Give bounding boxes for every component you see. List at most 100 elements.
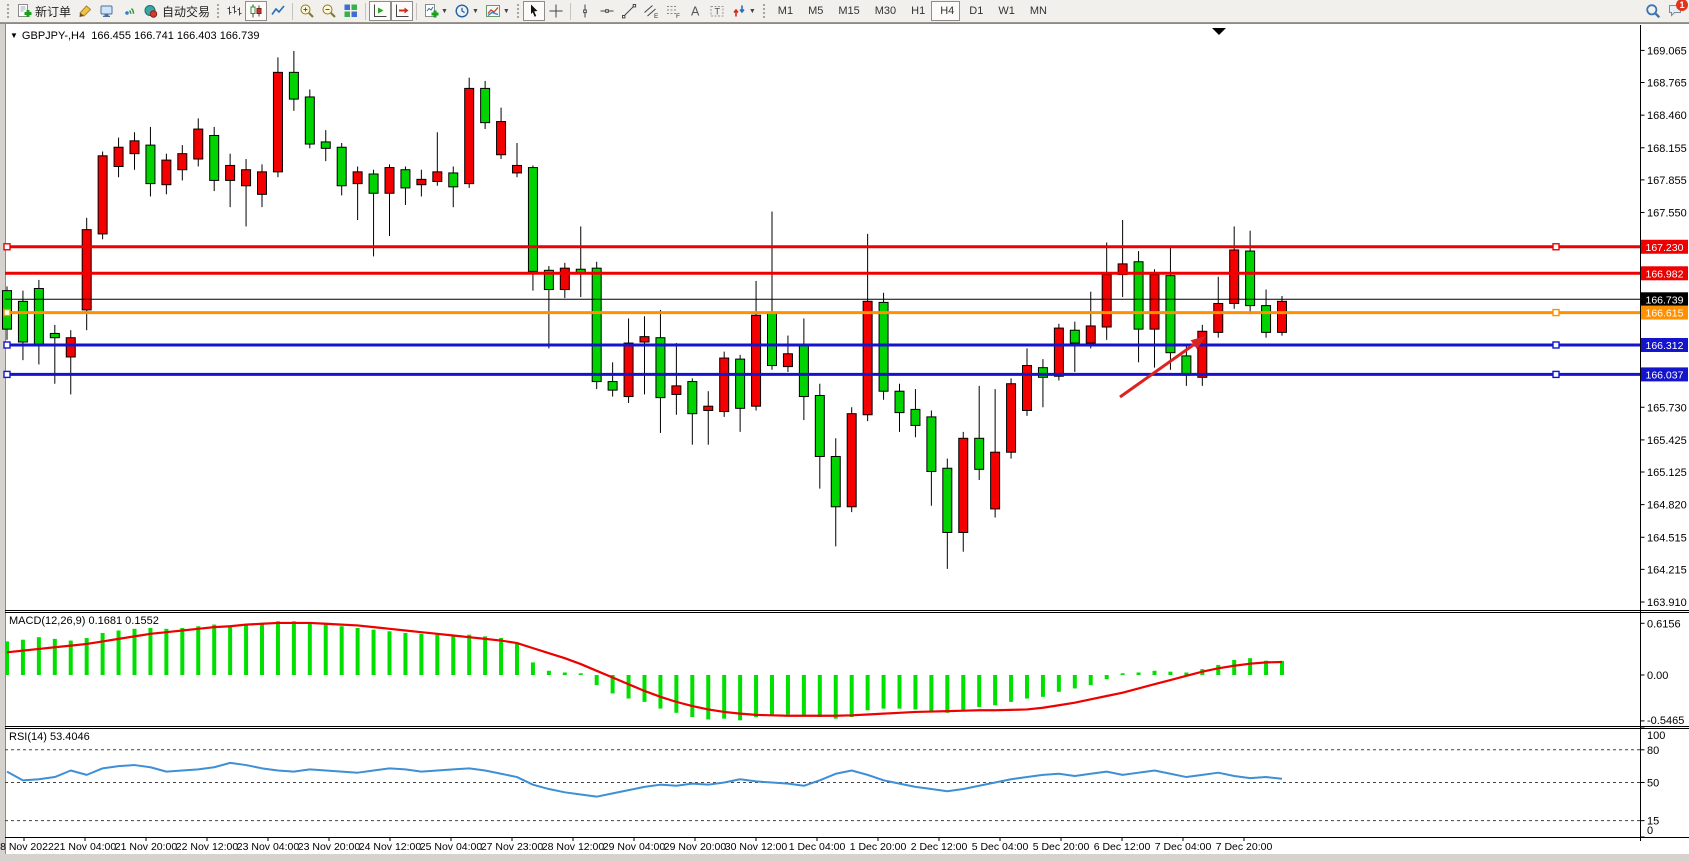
time-tick-label: 21 Nov 04:00 bbox=[54, 841, 117, 853]
text-button[interactable]: A bbox=[684, 1, 706, 21]
notifications-button[interactable]: 1 bbox=[1664, 1, 1686, 21]
candle-body bbox=[66, 338, 75, 357]
fibonacci-button[interactable]: F bbox=[662, 1, 684, 21]
candle-body bbox=[624, 343, 633, 397]
zoom-in-button[interactable] bbox=[296, 1, 318, 21]
resistance-line-1-handle[interactable] bbox=[4, 244, 10, 250]
timeframe-h4-label: H4 bbox=[940, 5, 954, 17]
macd-hist-bar bbox=[1121, 673, 1125, 675]
dropdown-caret-icon[interactable]: ▼ bbox=[472, 8, 479, 15]
line-chart-button[interactable] bbox=[267, 1, 289, 21]
macd-hist-bar bbox=[658, 675, 662, 709]
main-toolbar: 新订单 自动交易 ▼ ▼ ▼ E FAT ▼ M1M5 M15 M30H1 H4 D1W1MN 1 bbox=[0, 0, 1689, 23]
time-tick-label: 1 Dec 20:00 bbox=[850, 841, 907, 853]
toolbar-right-group: 1 bbox=[1642, 1, 1686, 21]
indicator-icon bbox=[423, 3, 439, 19]
timeframe-h1[interactable]: H1 bbox=[902, 1, 931, 21]
time-tick-label: 23 Nov 04:00 bbox=[237, 841, 300, 853]
resistance-line-1-handle[interactable] bbox=[1553, 244, 1559, 250]
candle-body bbox=[98, 156, 107, 234]
indicators-button[interactable]: ▼ bbox=[420, 1, 451, 21]
timeframe-m1[interactable]: M1 bbox=[769, 1, 799, 21]
chart-background bbox=[0, 23, 1689, 861]
macd-tick-label: -0.5465 bbox=[1647, 715, 1684, 727]
tile-windows-button[interactable] bbox=[340, 1, 362, 21]
timeframe-w1[interactable]: W1 bbox=[989, 1, 1021, 21]
timeframe-m15-label: M15 bbox=[838, 5, 859, 17]
toolbar-separator bbox=[570, 3, 571, 20]
macd-hist-bar bbox=[961, 675, 965, 710]
market-watch-button[interactable] bbox=[96, 1, 118, 21]
timeframe-m15[interactable]: M15 bbox=[829, 1, 865, 21]
toolbar-grip[interactable] bbox=[216, 3, 220, 19]
support-line-1-handle[interactable] bbox=[4, 342, 10, 348]
autotrade-icon bbox=[143, 3, 159, 19]
templates-button[interactable]: ▼ bbox=[482, 1, 513, 21]
pivot-line-handle[interactable] bbox=[4, 310, 10, 316]
cursor-button[interactable] bbox=[523, 1, 545, 21]
autoscroll-icon bbox=[394, 3, 410, 19]
svg-text:F: F bbox=[676, 13, 680, 19]
macd-hist-bar bbox=[531, 662, 535, 675]
bar-chart-button[interactable] bbox=[223, 1, 245, 21]
candlestick-chart-button[interactable] bbox=[245, 1, 267, 21]
auto-scroll-button[interactable] bbox=[391, 1, 413, 21]
candle-body bbox=[1214, 303, 1223, 332]
macd-hist-bar bbox=[754, 675, 758, 717]
support-line-2-handle[interactable] bbox=[1553, 371, 1559, 377]
candle-body bbox=[943, 468, 952, 532]
timeframe-h4[interactable]: H4 bbox=[931, 1, 960, 21]
macd-hist-bar bbox=[308, 623, 312, 675]
label-icon: T bbox=[709, 3, 725, 19]
timeframe-d1[interactable]: D1 bbox=[960, 1, 989, 21]
macd-hist-bar bbox=[419, 634, 423, 675]
dropdown-caret-icon[interactable]: ▼ bbox=[503, 8, 510, 15]
vertical-line-button[interactable] bbox=[574, 1, 596, 21]
candle-body bbox=[226, 165, 235, 180]
macd-hist-bar bbox=[786, 675, 790, 714]
periods-button[interactable]: ▼ bbox=[451, 1, 482, 21]
timeframe-m5[interactable]: M5 bbox=[799, 1, 829, 21]
arrows-button[interactable]: ▼ bbox=[728, 1, 759, 21]
label-button[interactable]: T bbox=[706, 1, 728, 21]
timeframe-mn[interactable]: MN bbox=[1021, 1, 1053, 21]
time-tick-label: 30 Nov 12:00 bbox=[725, 841, 788, 853]
pivot-line-price-tag-label: 166.615 bbox=[1646, 308, 1684, 320]
price-tick-label: 168.765 bbox=[1647, 78, 1687, 90]
horizontal-line-button[interactable] bbox=[596, 1, 618, 21]
macd-hist-bar bbox=[834, 675, 838, 719]
highlighter-button[interactable] bbox=[74, 1, 96, 21]
support-line-1-handle[interactable] bbox=[1553, 342, 1559, 348]
crosshair-button[interactable] bbox=[545, 1, 567, 21]
candle-body bbox=[481, 88, 490, 122]
toolbar-grip[interactable] bbox=[6, 3, 10, 19]
signals-button[interactable] bbox=[118, 1, 140, 21]
dropdown-caret-icon[interactable]: ▼ bbox=[749, 8, 756, 15]
zoom-out-button[interactable] bbox=[318, 1, 340, 21]
autotrading-button[interactable]: 自动交易 bbox=[140, 1, 213, 21]
time-tick-label: 22 Nov 12:00 bbox=[176, 841, 239, 853]
collapse-triangle-icon[interactable]: ▼ bbox=[10, 31, 18, 40]
support-line-2-handle[interactable] bbox=[4, 371, 10, 377]
timeframe-m30[interactable]: M30 bbox=[866, 1, 902, 21]
search-button[interactable] bbox=[1642, 1, 1664, 21]
candle-body bbox=[672, 386, 681, 395]
rsi-label: RSI(14) 53.4046 bbox=[9, 731, 90, 743]
pivot-line-handle[interactable] bbox=[1553, 310, 1559, 316]
clock-icon bbox=[454, 3, 470, 19]
channel-button[interactable]: E bbox=[640, 1, 662, 21]
toolbar-grip[interactable] bbox=[762, 3, 766, 19]
chart-shift-button[interactable] bbox=[369, 1, 391, 21]
dropdown-caret-icon[interactable]: ▼ bbox=[441, 8, 448, 15]
new-order-button[interactable]: 新订单 bbox=[13, 1, 74, 21]
candles-icon bbox=[248, 3, 264, 19]
trendline-button[interactable] bbox=[618, 1, 640, 21]
toolbar-grip[interactable] bbox=[516, 3, 520, 19]
candle-body bbox=[1007, 384, 1016, 452]
time-axis[interactable]: 18 Nov 202221 Nov 04:0021 Nov 20:0022 No… bbox=[0, 838, 1272, 853]
macd-hist-bar bbox=[260, 623, 264, 675]
candle-body bbox=[560, 268, 569, 289]
chart-canvas[interactable]: 169.065168.765168.460168.155167.855167.5… bbox=[0, 0, 1689, 861]
candle-body bbox=[289, 72, 298, 99]
zoom-out-icon bbox=[321, 3, 337, 19]
